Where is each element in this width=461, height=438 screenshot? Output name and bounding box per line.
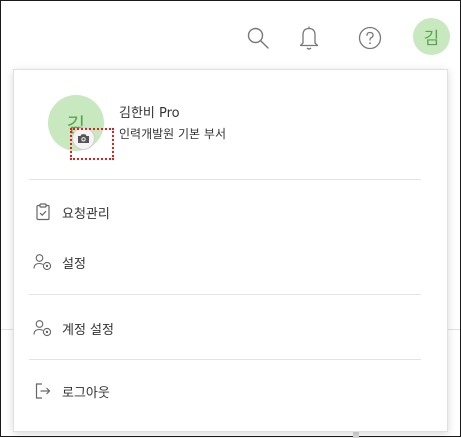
menu-item-settings[interactable]: 설정 bbox=[29, 247, 421, 277]
profile-name: 김한비 Pro bbox=[119, 106, 180, 121]
help-icon bbox=[358, 26, 382, 50]
profile-dropdown-menu: 김 김한비 Pro 인력개발원 기본 부서 요청관리 설정 계정 설정 로그아웃 bbox=[13, 69, 448, 432]
profile-department: 인력개발원 기본 부서 bbox=[119, 127, 226, 141]
menu-item-label: 계정 설정 bbox=[62, 322, 114, 338]
bell-icon bbox=[299, 26, 319, 50]
user-avatar-initial: 김 bbox=[423, 29, 440, 49]
menu-item-label: 설정 bbox=[62, 256, 86, 272]
help-button[interactable] bbox=[357, 25, 383, 51]
search-button[interactable] bbox=[245, 25, 271, 51]
menu-item-account-settings[interactable]: 계정 설정 bbox=[29, 313, 421, 343]
menu-divider bbox=[29, 359, 421, 360]
menu-item-request-management[interactable]: 요청관리 bbox=[29, 197, 421, 227]
search-icon bbox=[247, 27, 269, 49]
account-settings-icon bbox=[33, 318, 53, 338]
menu-item-label: 요청관리 bbox=[62, 206, 110, 222]
top-bar: 김 bbox=[1, 1, 460, 69]
user-settings-icon bbox=[33, 252, 53, 272]
menu-item-label: 로그아웃 bbox=[62, 385, 110, 401]
app-window: 김 김 김한비 Pro 인력개발원 기본 부서 요청관리 설정 계정 설정 로그… bbox=[0, 0, 461, 438]
logout-icon bbox=[33, 381, 53, 401]
background-divider bbox=[1, 329, 13, 330]
menu-divider bbox=[29, 294, 421, 295]
user-avatar-button[interactable]: 김 bbox=[413, 18, 450, 55]
menu-divider bbox=[29, 179, 421, 180]
menu-item-logout[interactable]: 로그아웃 bbox=[29, 376, 421, 406]
photo-highlight-marker bbox=[70, 128, 114, 160]
notification-button[interactable] bbox=[297, 24, 321, 52]
background-divider bbox=[448, 329, 460, 330]
clipboard-check-icon bbox=[33, 202, 53, 222]
